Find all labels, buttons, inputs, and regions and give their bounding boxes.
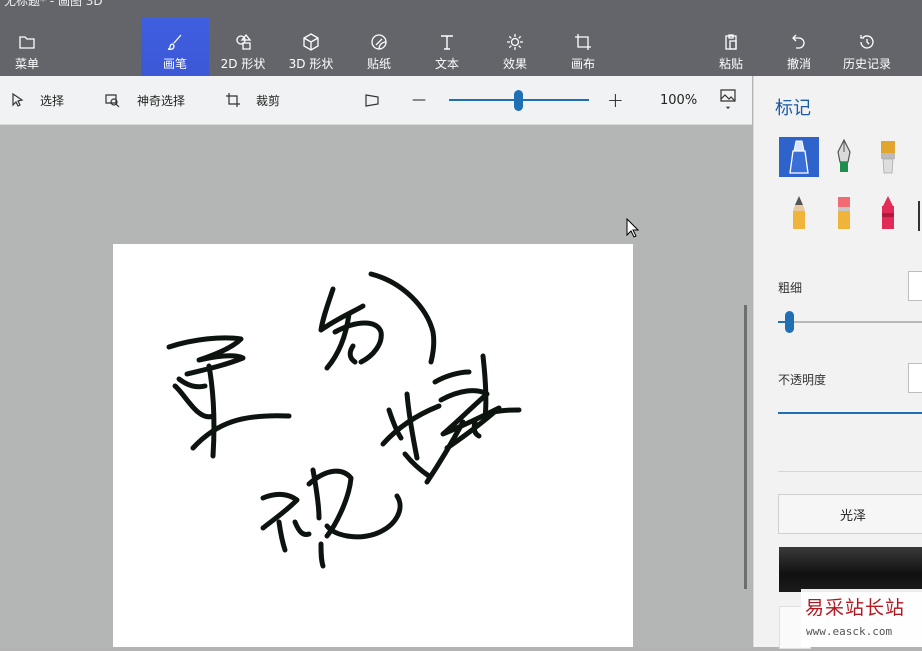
zoom-out-button[interactable]: — (412, 76, 426, 124)
opacity-label: 不透明度 (778, 373, 827, 387)
text-label: 文本 (434, 57, 459, 71)
stickers-label: 贴纸 (366, 57, 391, 71)
magic-select-button[interactable]: 神奇选择 (104, 76, 185, 124)
oil-brush[interactable] (868, 137, 908, 177)
undo-label: 撤消 (786, 57, 811, 71)
3d-shapes-tab[interactable]: 3D 形状 (282, 18, 340, 76)
ribbon: 无标题* - 画图 3D — 菜单 画笔 2D 形状 3D 形状 贴纸 文本 效… (0, 0, 922, 76)
color-swatch-black[interactable] (779, 547, 922, 592)
2d-shapes-label: 2D 形状 (220, 57, 266, 71)
calligraphy-pen-icon (837, 139, 851, 172)
paste-icon (725, 34, 737, 50)
panel-title: 标记 (775, 98, 811, 119)
chevron-down-icon (725, 106, 731, 109)
select-button[interactable]: 选择 (10, 76, 64, 124)
zoom-in-button[interactable]: + (607, 76, 624, 124)
image-view-button[interactable] (720, 76, 736, 124)
paste-label: 粘贴 (718, 57, 743, 71)
magic-select-label: 神奇选择 (137, 93, 186, 108)
undo-icon (792, 34, 805, 49)
crop-button[interactable]: 裁剪 (225, 76, 280, 124)
crayon-brush[interactable] (868, 193, 908, 233)
canvas-label: 画布 (570, 57, 595, 71)
opacity-slider-track[interactable] (778, 412, 922, 414)
thickness-slider-thumb[interactable] (785, 311, 794, 333)
window-title: 无标题* - 画图 3D (4, 0, 103, 8)
pointer-icon (12, 92, 24, 107)
crop-label: 裁剪 (256, 93, 281, 108)
text-tab[interactable]: 文本 (422, 18, 472, 76)
paste-button[interactable]: 粘贴 (706, 18, 756, 76)
panel-divider (778, 471, 922, 472)
perspective-icon (365, 94, 379, 107)
magic-select-icon (105, 94, 120, 108)
thickness-label: 粗细 (778, 281, 803, 295)
effects-sun-icon (507, 34, 523, 50)
brush-icon (167, 34, 182, 51)
drawing-canvas[interactable] (113, 244, 633, 647)
calligraphy-pen-brush[interactable] (824, 137, 864, 177)
eraser-icon (838, 197, 850, 229)
pencil-brush[interactable] (779, 193, 819, 233)
minimize-button[interactable]: — (896, 0, 908, 6)
toolbar: 选择 神奇选择 裁剪 — + 100% (0, 76, 752, 125)
thickness-slider-track[interactable] (778, 321, 922, 323)
history-icon (860, 35, 874, 49)
history-label: 历史记录 (842, 57, 891, 71)
opacity-input[interactable] (908, 363, 922, 393)
2d-shapes-icon (236, 33, 252, 50)
vertical-scrollbar[interactable] (744, 305, 747, 589)
brush-panel: 标记 粗细 不透明度 光泽 (753, 76, 922, 649)
effects-tab[interactable]: 效果 (490, 18, 540, 76)
view-3d-button[interactable] (364, 76, 380, 124)
marker-brush[interactable] (779, 137, 819, 177)
watermark-url: www.easck.com (806, 625, 893, 638)
3d-cube-icon (303, 33, 319, 51)
pencil-icon (793, 196, 805, 229)
crayon-icon (882, 196, 894, 229)
undo-button[interactable]: 撤消 (774, 18, 824, 76)
next-brush-partial[interactable] (918, 201, 922, 231)
marker-icon (789, 140, 809, 174)
canvas-tab[interactable]: 画布 (558, 18, 608, 76)
text-icon (441, 35, 453, 50)
menu-label: 菜单 (14, 57, 39, 71)
menu-button[interactable]: 菜单 (2, 18, 52, 76)
2d-shapes-tab[interactable]: 2D 形状 (212, 18, 274, 76)
brushes-tab[interactable]: 画笔 (141, 18, 209, 76)
mouse-cursor-icon (626, 218, 640, 238)
zoom-value: 100% (660, 92, 698, 108)
eraser-brush[interactable] (824, 193, 864, 233)
handwriting-strokes (166, 271, 522, 569)
finish-gloss-button[interactable]: 光泽 (778, 494, 922, 534)
select-label: 选择 (40, 93, 65, 108)
effects-label: 效果 (502, 57, 527, 71)
canvas-crop-icon (575, 34, 591, 50)
3d-shapes-label: 3D 形状 (288, 57, 334, 71)
history-button[interactable]: 历史记录 (838, 18, 896, 76)
image-icon (720, 89, 736, 102)
thickness-input[interactable] (908, 271, 922, 301)
watermark-title: 易采站长站 (805, 597, 906, 619)
crop-icon (226, 93, 240, 107)
sticker-icon (371, 34, 387, 50)
oil-brush-icon (881, 141, 895, 174)
brushes-label: 画笔 (162, 57, 187, 71)
watermark: 易采站长站 www.easck.com (801, 589, 922, 647)
zoom-slider-thumb[interactable] (514, 90, 523, 111)
folder-icon (19, 36, 35, 49)
stickers-tab[interactable]: 贴纸 (354, 18, 404, 76)
